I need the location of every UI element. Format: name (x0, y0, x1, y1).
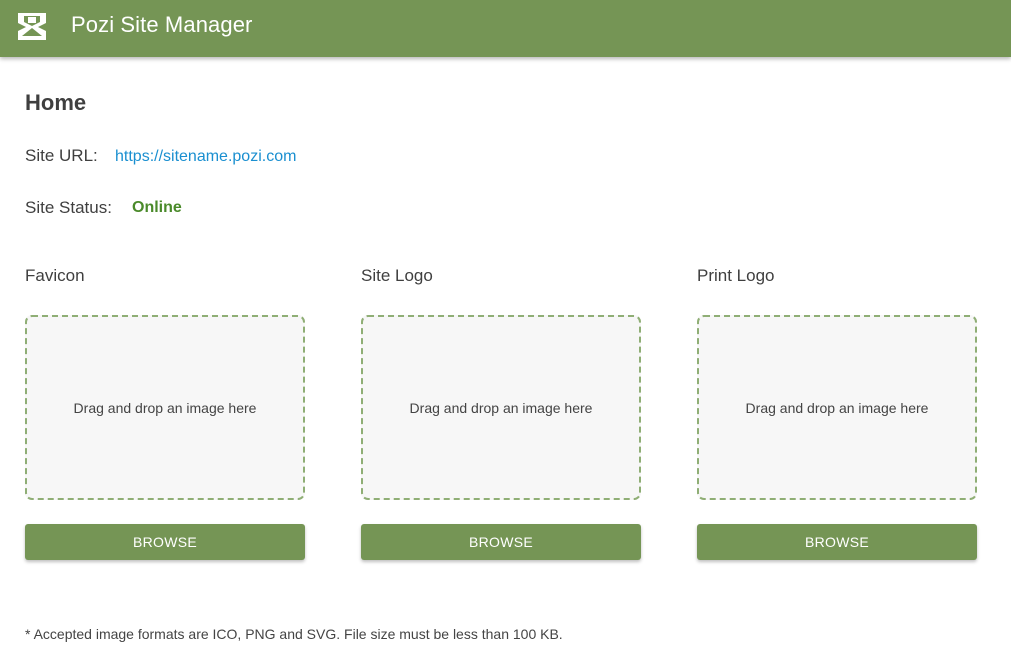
app-title: Pozi Site Manager (71, 12, 253, 37)
site-logo-dropzone[interactable]: Drag and drop an image here (361, 315, 641, 500)
site-logo-dropzone-text: Drag and drop an image here (409, 399, 593, 416)
app-bar: Pozi Site Manager (0, 0, 1011, 57)
site-logo-upload-section: Site Logo Drag and drop an image here BR… (361, 266, 641, 560)
site-status-value: Online (132, 199, 182, 216)
site-logo-browse-button[interactable]: BROWSE (361, 524, 641, 560)
site-url-link[interactable]: https://sitename.pozi.com (115, 148, 296, 166)
print-logo-upload-section: Print Logo Drag and drop an image here B… (697, 266, 977, 560)
site-url-label: Site URL: (25, 146, 98, 165)
favicon-title: Favicon (25, 266, 85, 285)
print-logo-title: Print Logo (697, 266, 775, 285)
favicon-upload-section: Favicon Drag and drop an image here BROW… (25, 266, 305, 560)
favicon-browse-button[interactable]: BROWSE (25, 524, 305, 560)
main-content: Home Site URL: https://sitename.pozi.com… (0, 57, 1011, 658)
pozi-logo-icon (16, 10, 48, 42)
site-status-label: Site Status: (25, 198, 112, 217)
print-logo-browse-button[interactable]: BROWSE (697, 524, 977, 560)
print-logo-dropzone[interactable]: Drag and drop an image here (697, 315, 977, 500)
page-title: Home (25, 90, 87, 115)
print-logo-dropzone-text: Drag and drop an image here (745, 399, 929, 416)
favicon-dropzone[interactable]: Drag and drop an image here (25, 315, 305, 500)
favicon-dropzone-text: Drag and drop an image here (73, 399, 257, 416)
site-logo-title: Site Logo (361, 266, 433, 285)
accepted-formats-note: * Accepted image formats are ICO, PNG an… (25, 626, 563, 642)
